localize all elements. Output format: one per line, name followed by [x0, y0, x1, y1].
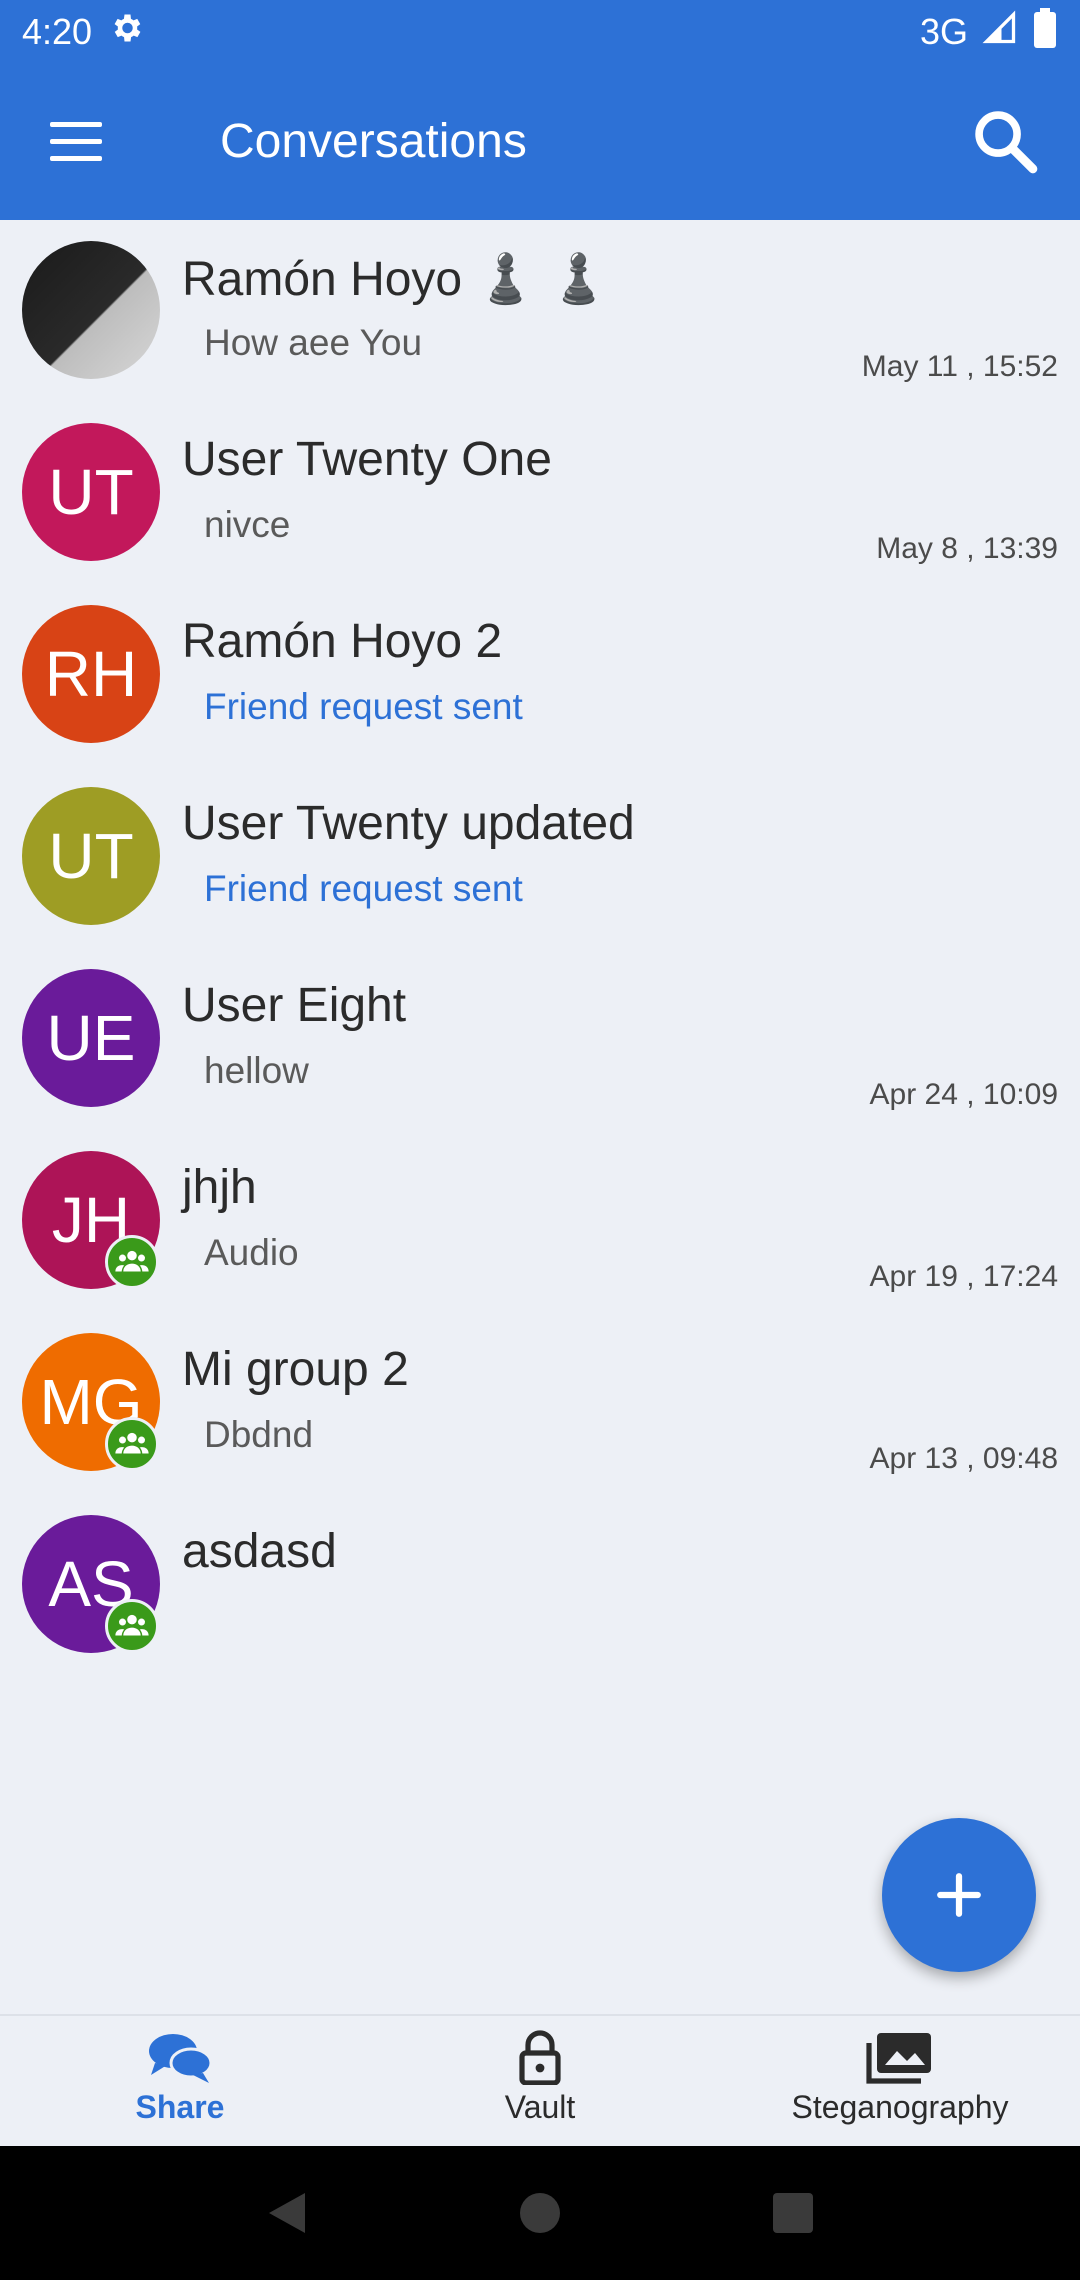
status-time: 4:20 [22, 11, 93, 52]
group-icon [105, 1417, 159, 1471]
conversation-name: User Twenty updated [182, 797, 635, 850]
menu-icon [50, 122, 102, 127]
conversation-time: May 11 , 15:52 [861, 350, 1058, 383]
conversation-list: Ramón Hoyo ♟️ ♟️ How aee You May 11 , 15… [0, 220, 1080, 1676]
nav-steganography-label: Steganography [791, 2089, 1009, 2125]
search-icon [975, 111, 1038, 174]
status-bar: 4:20 3G [0, 0, 1080, 64]
conversation-time: Apr 19 , 17:24 [869, 1260, 1058, 1293]
page-title: Conversations [220, 115, 527, 168]
bottom-navigation: Share Vault Steganography [0, 2014, 1080, 2146]
conversation-name: Ramón Hoyo 2 [182, 615, 503, 668]
lock-icon [519, 2030, 561, 2085]
network-type: 3G [919, 11, 968, 52]
conversation-name: asdasd [182, 1525, 337, 1578]
conversation-last-message: How aee You [204, 322, 423, 363]
friend-request-status: Friend request sent [204, 868, 523, 909]
conversation-item[interactable]: UT User Twenty updated Friend request se… [0, 766, 1080, 948]
signal-icon [982, 10, 1018, 55]
avatar [22, 241, 160, 379]
search-button[interactable] [968, 104, 1044, 180]
conversation-item[interactable]: Ramón Hoyo ♟️ ♟️ How aee You May 11 , 15… [0, 220, 1080, 402]
back-icon [268, 2193, 305, 2233]
plus-icon [937, 1873, 981, 1917]
group-icon [105, 1235, 159, 1289]
home-button[interactable] [510, 2183, 570, 2243]
conversation-item[interactable]: UE User Eight hellow Apr 24 , 10:09 [0, 948, 1080, 1130]
conversation-name: User Eight [182, 979, 407, 1032]
avatar: UE [22, 969, 160, 1107]
conversation-item[interactable]: AS asdasd [0, 1494, 1080, 1676]
back-button[interactable] [257, 2183, 317, 2243]
recents-button[interactable] [763, 2183, 823, 2243]
nav-share[interactable]: Share [0, 2016, 360, 2146]
app-bar: Conversations [0, 64, 1080, 220]
battery-icon [1032, 7, 1058, 57]
conversation-name: jhjh [182, 1161, 257, 1214]
conversation-last-message: hellow [204, 1050, 309, 1091]
avatar: UT [22, 423, 160, 561]
recents-icon [773, 2193, 814, 2233]
conversation-name: Ramón Hoyo ♟️ ♟️ [182, 253, 609, 306]
conversation-item[interactable]: JH jhjh Audio Apr 19 , 17:24 [0, 1130, 1080, 1312]
avatar: UT [22, 787, 160, 925]
menu-button[interactable] [40, 112, 112, 172]
new-conversation-button[interactable] [882, 1818, 1036, 1972]
conversation-time: May 8 , 13:39 [876, 532, 1058, 565]
home-icon [519, 2193, 560, 2233]
conversation-last-message: Audio [204, 1232, 299, 1273]
conversation-name: User Twenty One [182, 433, 552, 486]
conversation-name: Mi group 2 [182, 1343, 409, 1396]
conversation-item[interactable]: UT User Twenty One nivce May 8 , 13:39 [0, 402, 1080, 584]
settings-icon [108, 10, 144, 55]
images-icon [866, 2033, 931, 2084]
conversation-time: Apr 13 , 09:48 [869, 1442, 1058, 1475]
nav-steganography[interactable]: Steganography [720, 2016, 1080, 2146]
friend-request-status: Friend request sent [204, 686, 523, 727]
conversation-item[interactable]: MG Mi group 2 Dbdnd Apr 13 , 09:48 [0, 1312, 1080, 1494]
system-navigation-bar [0, 2146, 1080, 2280]
status-right: 3G [919, 7, 1058, 57]
nav-vault[interactable]: Vault [360, 2016, 720, 2146]
group-icon [105, 1599, 159, 1653]
status-left: 4:20 [22, 10, 144, 55]
nav-vault-label: Vault [504, 2089, 576, 2125]
nav-share-label: Share [135, 2089, 225, 2125]
conversation-last-message: nivce [204, 504, 291, 545]
conversation-item[interactable]: RH Ramón Hoyo 2 Friend request sent [0, 584, 1080, 766]
conversation-time: Apr 24 , 10:09 [869, 1078, 1058, 1111]
chat-bubbles-icon [149, 2034, 213, 2083]
avatar: RH [22, 605, 160, 743]
conversation-last-message: Dbdnd [204, 1414, 314, 1455]
